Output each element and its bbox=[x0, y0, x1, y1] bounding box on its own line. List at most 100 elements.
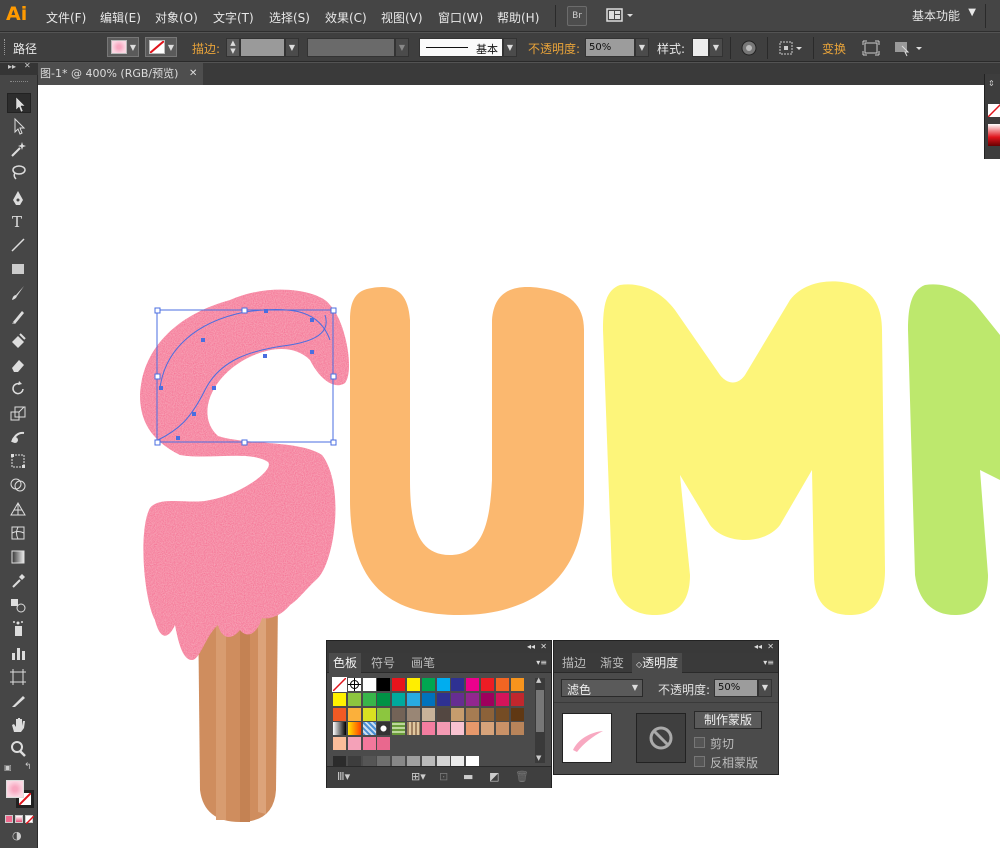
swatch[interactable] bbox=[495, 722, 509, 736]
swatch[interactable] bbox=[436, 692, 450, 706]
color-mode-button[interactable] bbox=[5, 815, 13, 823]
hand-tool[interactable] bbox=[7, 715, 31, 735]
chevron-updown-icon[interactable]: ⇕ bbox=[988, 79, 995, 88]
tab-symbols[interactable]: 符号 bbox=[367, 653, 399, 673]
make-mask-button[interactable]: 制作蒙版 bbox=[694, 711, 762, 729]
blend-mode-select[interactable]: 滤色 ▼ bbox=[561, 679, 643, 697]
chevron-down-icon[interactable]: ▼ bbox=[968, 7, 976, 18]
swatch[interactable] bbox=[495, 692, 509, 706]
fill-swatch[interactable] bbox=[6, 780, 24, 798]
swatch-none[interactable] bbox=[332, 677, 347, 692]
clip-checkbox[interactable] bbox=[694, 737, 705, 748]
swatch[interactable] bbox=[407, 707, 420, 721]
stroke-weight-field[interactable] bbox=[240, 38, 285, 57]
rectangle-tool[interactable] bbox=[7, 259, 31, 279]
paintbrush-tool[interactable] bbox=[7, 283, 31, 303]
swatch[interactable] bbox=[481, 678, 494, 691]
chevron-up-icon[interactable]: ▲ bbox=[536, 676, 541, 684]
swatch[interactable] bbox=[333, 707, 346, 721]
swatch[interactable] bbox=[392, 692, 406, 706]
isolate-button[interactable] bbox=[862, 39, 880, 60]
direct-selection-tool[interactable] bbox=[7, 116, 31, 136]
swatch[interactable] bbox=[495, 678, 509, 691]
swatch[interactable] bbox=[392, 722, 406, 736]
lasso-tool[interactable] bbox=[7, 162, 31, 182]
swatch[interactable] bbox=[347, 692, 361, 706]
none-mode-button[interactable] bbox=[25, 815, 34, 824]
close-icon[interactable]: ✕ bbox=[767, 642, 774, 651]
swatch[interactable] bbox=[436, 678, 450, 691]
menu-help[interactable]: 帮助(H) bbox=[497, 9, 539, 26]
fill-color-swatch[interactable]: ▼ bbox=[107, 37, 139, 57]
object-options-button[interactable] bbox=[892, 39, 926, 60]
symbol-sprayer-tool[interactable] bbox=[7, 619, 31, 639]
collapse-icon[interactable]: ◂◂ bbox=[754, 642, 762, 651]
draw-mode-icon[interactable]: ◑ bbox=[12, 829, 22, 842]
mesh-tool[interactable] bbox=[7, 523, 31, 543]
document-tab[interactable]: 图-1* @ 400% (RGB/预览) ✕ bbox=[38, 63, 203, 85]
stroke-weight-stepper[interactable]: ▲ ▼ bbox=[226, 38, 240, 57]
tab-transparency[interactable]: ◇透明度 bbox=[632, 653, 683, 673]
swatch[interactable] bbox=[451, 707, 465, 721]
scale-tool[interactable] bbox=[7, 403, 31, 423]
opacity-label[interactable]: 不透明度: bbox=[528, 40, 580, 57]
swatch[interactable] bbox=[333, 692, 346, 706]
opacity-dropdown[interactable]: ▼ bbox=[635, 38, 649, 57]
blob-brush-tool[interactable] bbox=[7, 331, 31, 351]
swatches-scrollbar[interactable]: ▲ ▼ bbox=[535, 676, 545, 763]
new-swatch-icon[interactable]: ◩ bbox=[489, 770, 499, 783]
swatch[interactable] bbox=[436, 707, 450, 721]
swatch[interactable] bbox=[333, 722, 346, 736]
eraser-tool[interactable] bbox=[7, 355, 31, 375]
menu-object[interactable]: 对象(O) bbox=[155, 9, 198, 26]
blend-tool[interactable] bbox=[7, 595, 31, 615]
free-transform-tool[interactable] bbox=[7, 451, 31, 471]
show-swatch-kinds-icon[interactable]: ⊞▾ bbox=[411, 770, 426, 783]
swatch[interactable] bbox=[347, 737, 361, 751]
letter-s-shape[interactable] bbox=[140, 289, 350, 660]
swatch[interactable] bbox=[495, 707, 509, 721]
slice-tool[interactable] bbox=[7, 691, 31, 711]
close-icon[interactable]: ✕ bbox=[189, 63, 197, 85]
swatch[interactable] bbox=[510, 678, 524, 691]
tab-stroke[interactable]: 描边 bbox=[558, 653, 590, 673]
stroke-label[interactable]: 描边: bbox=[192, 40, 220, 57]
collapse-icon[interactable]: ▸▸ bbox=[8, 62, 16, 71]
gradient-tool[interactable] bbox=[7, 547, 31, 567]
swap-colors-icon[interactable]: ↰ bbox=[24, 762, 32, 772]
gradient-mode-button[interactable] bbox=[15, 815, 23, 823]
zoom-tool[interactable] bbox=[7, 739, 31, 759]
swatch[interactable] bbox=[451, 722, 465, 736]
swatch[interactable] bbox=[347, 722, 361, 736]
opacity-field[interactable]: 50% bbox=[585, 38, 635, 57]
transform-link[interactable]: 变换 bbox=[822, 40, 846, 57]
menu-window[interactable]: 窗口(W) bbox=[438, 9, 483, 26]
bridge-button[interactable]: Br bbox=[567, 6, 587, 26]
swatch[interactable] bbox=[466, 692, 480, 706]
panel-menu-icon[interactable]: ▾≡ bbox=[536, 658, 547, 667]
letter-m-shape[interactable] bbox=[603, 281, 885, 615]
swatch[interactable] bbox=[392, 678, 406, 691]
variable-width-dropdown[interactable]: ▼ bbox=[395, 38, 409, 57]
tab-gradient[interactable]: 渐变 bbox=[596, 653, 628, 673]
opacity-dropdown[interactable]: ▼ bbox=[758, 679, 772, 697]
swatch[interactable] bbox=[421, 707, 435, 721]
object-thumbnail[interactable] bbox=[562, 713, 612, 763]
selection-tool[interactable] bbox=[7, 93, 31, 113]
swatch[interactable] bbox=[362, 678, 376, 691]
rotate-tool[interactable] bbox=[7, 379, 31, 399]
column-graph-tool[interactable] bbox=[7, 643, 31, 663]
swatch[interactable] bbox=[451, 678, 465, 691]
invert-mask-checkbox[interactable] bbox=[694, 756, 705, 767]
menu-select[interactable]: 选择(S) bbox=[269, 9, 310, 26]
align-button[interactable] bbox=[778, 39, 806, 60]
swatch[interactable] bbox=[421, 678, 435, 691]
swatch[interactable] bbox=[510, 722, 524, 736]
menu-type[interactable]: 文字(T) bbox=[213, 9, 254, 26]
artboard-tool[interactable] bbox=[7, 667, 31, 687]
magic-wand-tool[interactable] bbox=[7, 139, 31, 159]
close-icon[interactable]: ✕ bbox=[540, 642, 547, 651]
brush-definition-dropdown[interactable]: ▼ bbox=[503, 38, 517, 57]
swatch[interactable] bbox=[377, 678, 391, 691]
letter-u-shape[interactable] bbox=[350, 287, 584, 615]
